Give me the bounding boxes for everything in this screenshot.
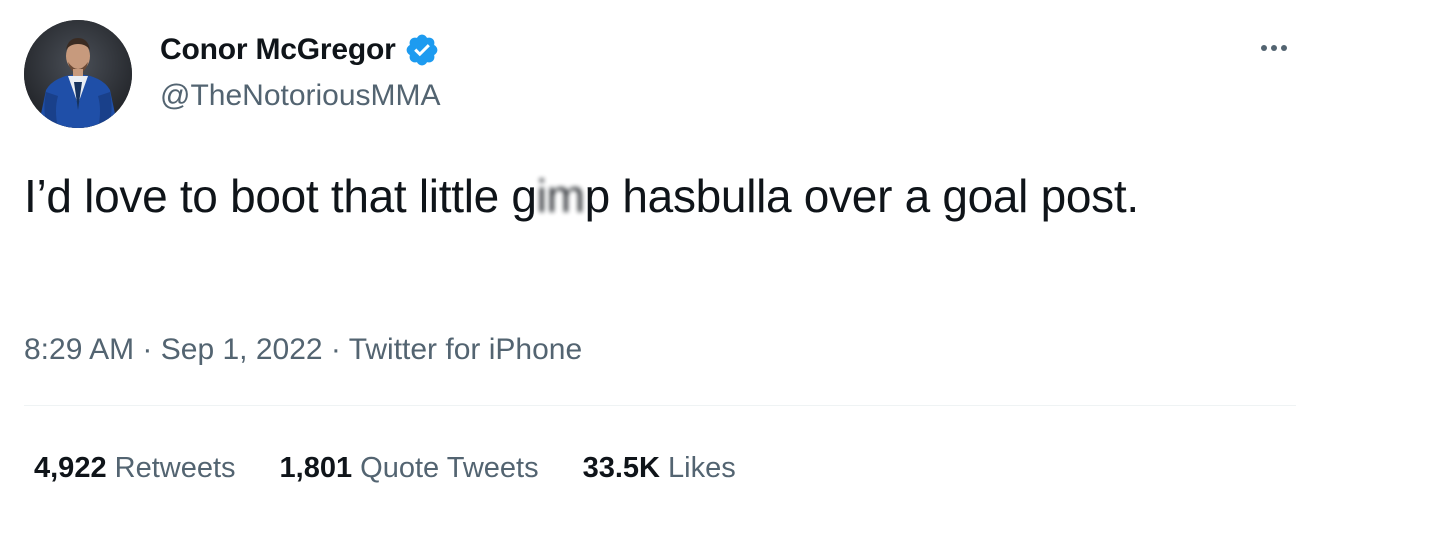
quote-tweets-stat[interactable]: 1,801 Quote Tweets [280,446,539,490]
author-handle[interactable]: @TheNotoriousMMA [160,76,441,116]
quote-tweets-count: 1,801 [279,452,353,484]
meta-separator: · [322,333,349,366]
retweets-label: Retweets [114,452,236,484]
display-name[interactable]: Conor McGregor [160,30,396,70]
tweet-card: Conor McGregor @TheNotoriousMMA I’d love… [0,0,1440,539]
more-horizontal-icon [1261,45,1287,51]
author-name-row: Conor McGregor [160,30,440,70]
tweet-timestamp-link[interactable]: 8:29 AM · Sep 1, 2022 [24,333,323,366]
likes-stat[interactable]: 33.5K Likes [583,446,736,490]
tweet-time: 8:29 AM [24,333,135,366]
profile-photo-icon [24,20,132,128]
retweets-stat[interactable]: 4,922 Retweets [34,446,236,490]
likes-count: 33.5K [582,452,660,484]
tweet-text: I’d love to boot that little gimp hasbul… [24,164,1264,228]
tweet-text-censored: im [536,170,585,222]
tweet-text-after: p hasbulla over a goal post. [584,170,1140,222]
verified-badge-icon [404,32,440,68]
divider [24,405,1296,406]
avatar[interactable] [24,20,132,128]
tweet-meta: 8:29 AM · Sep 1, 2022 · Twitter for iPho… [24,328,582,372]
more-options-button[interactable] [1252,30,1296,66]
retweets-count: 4,922 [34,452,107,484]
tweet-stats: 4,922 Retweets 1,801 Quote Tweets 33.5K … [34,446,736,490]
tweet-source-link[interactable]: Twitter for iPhone [349,333,582,366]
tweet-date: Sep 1, 2022 [160,333,323,366]
likes-label: Likes [668,452,736,484]
quote-tweets-label: Quote Tweets [360,452,539,484]
meta-separator: · [134,333,161,366]
tweet-text-before: I’d love to boot that little g [24,170,537,222]
